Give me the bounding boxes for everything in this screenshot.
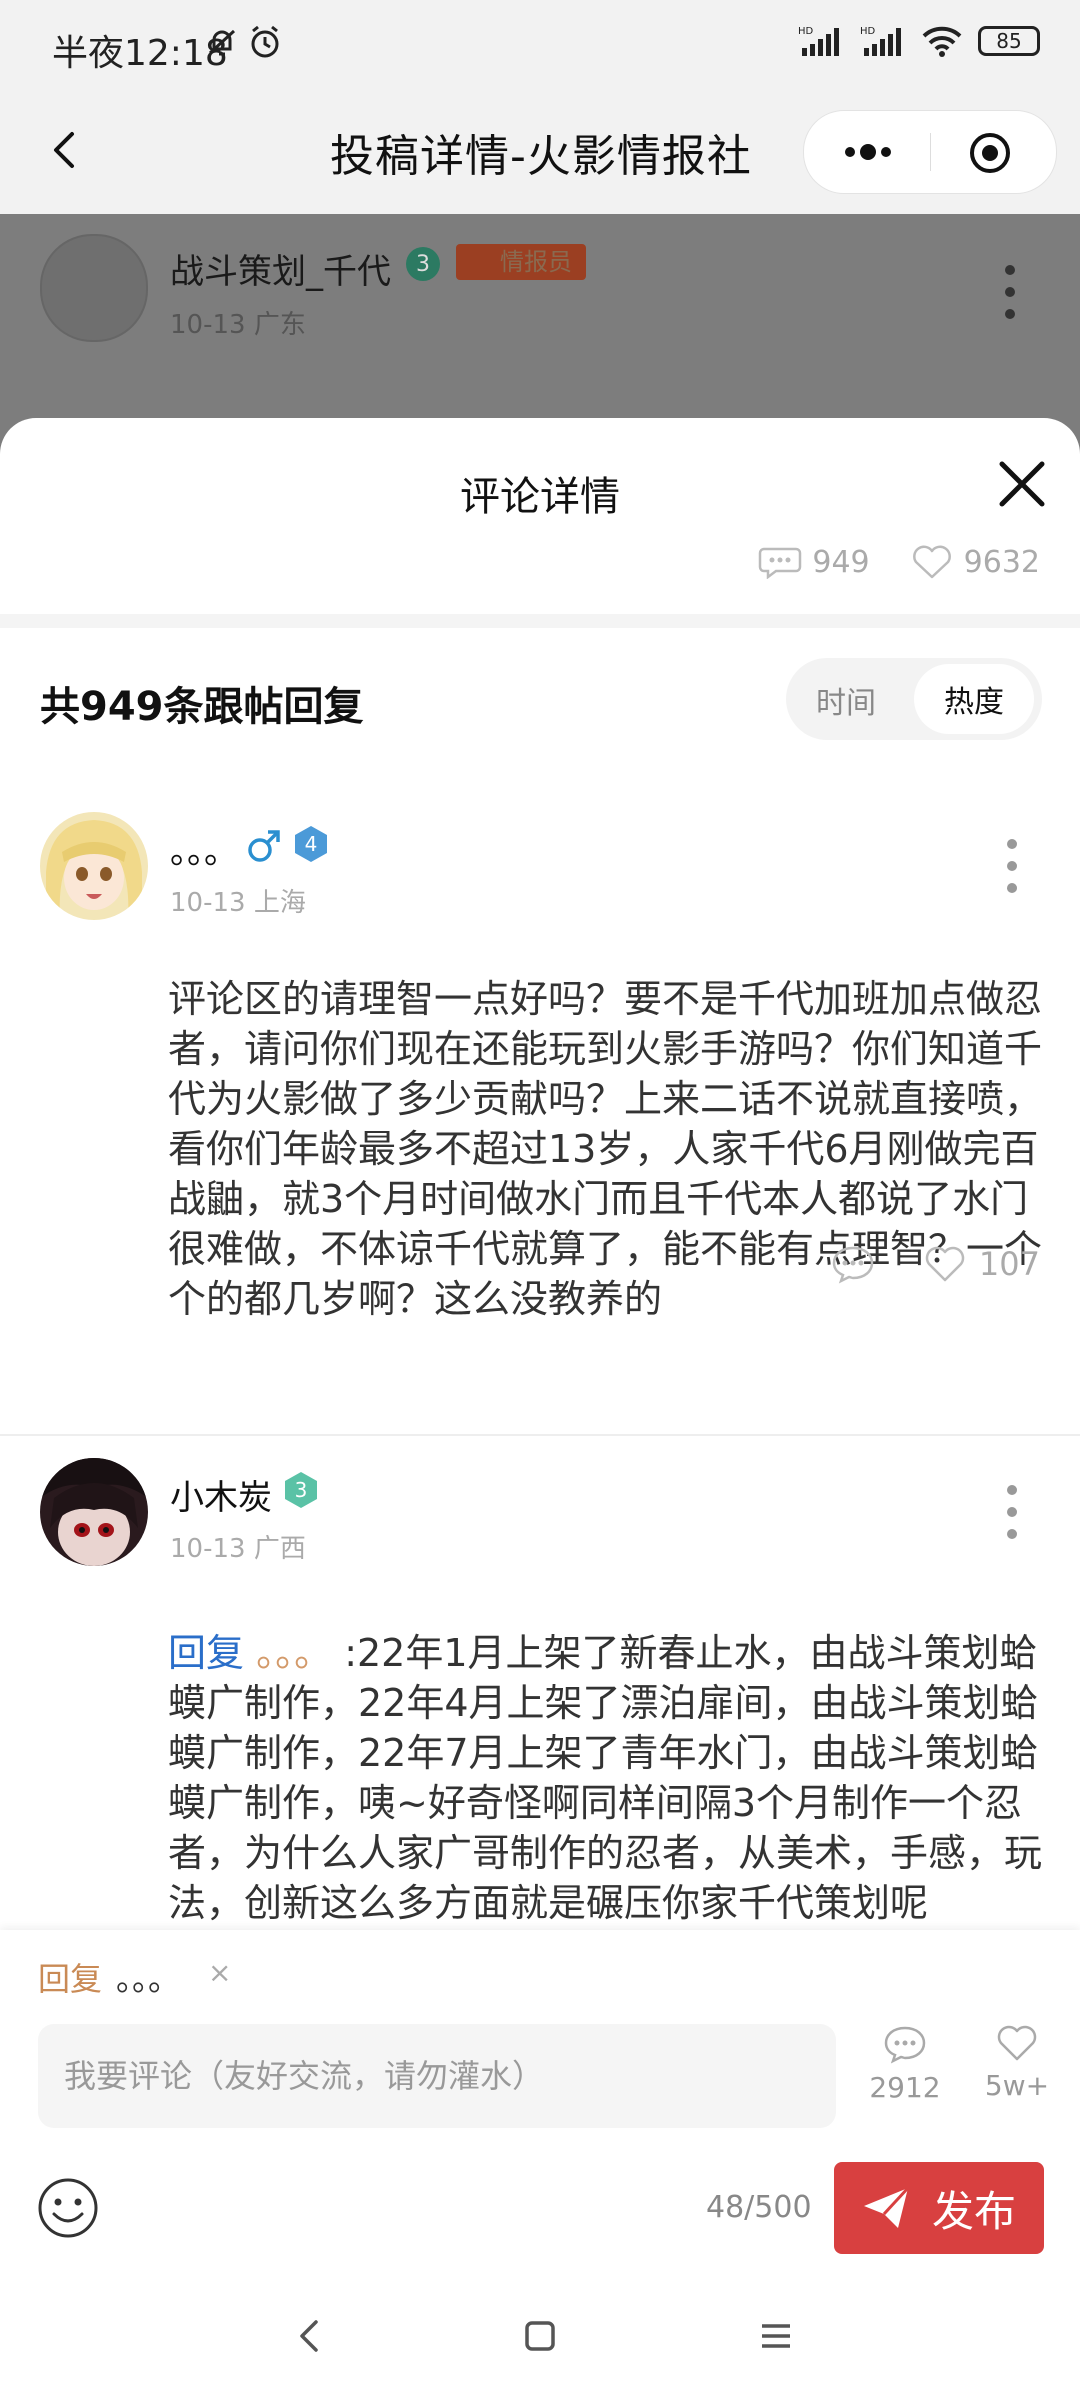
like-count-button[interactable]: 5w+ bbox=[972, 2024, 1062, 2102]
reply-bubble-icon[interactable] bbox=[831, 1244, 875, 1284]
comment-count: 2912 bbox=[869, 2071, 941, 2104]
system-nav-bar bbox=[0, 2290, 1080, 2400]
comment-bubble-icon bbox=[759, 547, 802, 579]
status-bar: 半夜12:18 HD HD 85 bbox=[0, 0, 1080, 92]
comment-count-button[interactable]: 2912 bbox=[860, 2024, 950, 2104]
publish-button[interactable]: 发布 bbox=[834, 2162, 1044, 2254]
comment-bubble-icon bbox=[884, 2026, 926, 2064]
capsule-divider bbox=[930, 133, 931, 171]
back-arrow-icon[interactable] bbox=[36, 120, 96, 180]
comment-actions: 107 bbox=[831, 1244, 1040, 1284]
original-post-header: 战斗策划_千代 3 情报员 10-13 广东 bbox=[0, 214, 1080, 418]
system-home-icon[interactable] bbox=[520, 2316, 560, 2356]
reply-target-name: 。。。 bbox=[116, 1960, 181, 1998]
male-gender-icon bbox=[248, 830, 280, 862]
like-count: 9632 bbox=[963, 544, 1040, 580]
sheet-title: 评论详情 bbox=[460, 474, 620, 520]
heart-icon bbox=[912, 545, 951, 579]
battery-icon: 85 bbox=[978, 26, 1040, 56]
like-count: 107 bbox=[978, 1245, 1040, 1283]
comment-count: 949 bbox=[812, 544, 870, 580]
nav-bar: 投稿详情-火影情报社 bbox=[0, 92, 1080, 214]
author-name[interactable]: 战斗策划_千代 bbox=[170, 244, 391, 293]
status-notification-icons bbox=[205, 24, 283, 60]
commenter-name[interactable]: 小木炭 bbox=[170, 1470, 272, 1519]
reply-body: :22年1月上架了新春止水，由战斗策划蛤蟆广制作，22年4月上架了漂泊扉间，由战… bbox=[168, 1631, 1043, 1925]
alarm-icon bbox=[251, 25, 279, 58]
sort-by-time[interactable]: 时间 bbox=[816, 678, 876, 722]
list-item: 。。。 4 10-13 上海 评论区的请理智一点好吗？要不是千代加班加点做忍者，… bbox=[0, 812, 1080, 1334]
more-dots-icon[interactable] bbox=[840, 131, 896, 173]
post-meta: 10-13 广东 bbox=[170, 310, 306, 340]
anime-avatar-image bbox=[40, 812, 148, 920]
sort-toggle: 时间 热度 bbox=[786, 658, 1042, 740]
role-badge: 情报员 bbox=[456, 244, 586, 280]
like-stat[interactable]: 9632 bbox=[910, 544, 1040, 580]
level-badge: 3 bbox=[406, 247, 440, 281]
svg-text:HD: HD bbox=[860, 26, 876, 37]
clear-reply-button[interactable]: × bbox=[208, 1956, 231, 1989]
heart-icon bbox=[925, 1246, 965, 1282]
replies-heading: 共949条跟帖回复 bbox=[40, 684, 364, 730]
list-item: 小木炭 3 10-13 广西 回复 。。。 :22年1月上架了新春止水，由战斗策… bbox=[0, 1458, 1080, 1958]
comment-text: 回复 。。。 :22年1月上架了新春止水，由战斗策划蛤蟆广制作，22年4月上架了… bbox=[168, 1628, 1048, 1958]
system-menu-icon[interactable] bbox=[756, 2316, 796, 2356]
svg-text:HD: HD bbox=[798, 26, 814, 37]
level-badge-icon: 4 bbox=[295, 826, 327, 862]
signal-icon: HD bbox=[798, 26, 839, 56]
capsule-menu bbox=[803, 110, 1057, 194]
more-vertical-icon[interactable] bbox=[1002, 262, 1018, 322]
char-count: 48/500 bbox=[706, 2190, 812, 2225]
send-plane-icon bbox=[863, 2186, 910, 2228]
reply-target-label: 回复 bbox=[38, 1960, 103, 1998]
like-count: 5w+ bbox=[984, 2069, 1050, 2102]
comment-meta: 10-13 上海 bbox=[170, 888, 306, 918]
system-back-icon[interactable] bbox=[290, 2316, 330, 2356]
reply-target: 回复。。。 bbox=[38, 1954, 180, 2000]
signal-icon: HD bbox=[860, 26, 901, 56]
like-button[interactable]: 107 bbox=[923, 1245, 1040, 1283]
mute-bell-icon bbox=[208, 29, 236, 56]
reply-prefix: 回复 bbox=[168, 1631, 245, 1675]
close-miniprogram-icon[interactable] bbox=[968, 131, 1012, 175]
divider bbox=[0, 1434, 1080, 1436]
anime-avatar-image bbox=[40, 1458, 148, 1566]
sort-by-hot[interactable]: 热度 bbox=[914, 664, 1034, 734]
emoji-icon[interactable] bbox=[36, 2176, 100, 2240]
level-badge-icon: 3 bbox=[285, 1472, 317, 1508]
post-stats: 949 9632 bbox=[758, 544, 1040, 580]
commenter-name[interactable]: 。。。 bbox=[170, 824, 238, 873]
section-divider bbox=[0, 614, 1080, 628]
avatar[interactable] bbox=[40, 1458, 148, 1566]
avatar[interactable] bbox=[40, 234, 148, 342]
more-vertical-icon[interactable] bbox=[1004, 1482, 1020, 1542]
status-system-icons: HD HD 85 bbox=[798, 24, 1040, 58]
comment-input[interactable] bbox=[38, 2024, 836, 2128]
comment-meta: 10-13 广西 bbox=[170, 1534, 306, 1564]
more-vertical-icon[interactable] bbox=[1004, 836, 1020, 896]
heart-icon bbox=[997, 2025, 1037, 2061]
status-time: 半夜12:18 bbox=[52, 33, 228, 74]
close-icon[interactable] bbox=[996, 458, 1048, 510]
avatar[interactable] bbox=[40, 812, 148, 920]
svg-text:4: 4 bbox=[305, 832, 318, 856]
page-title: 投稿详情-火影情报社 bbox=[330, 131, 752, 182]
publish-label: 发布 bbox=[931, 2186, 1016, 2236]
reply-to-name[interactable]: 。。。 bbox=[256, 1631, 332, 1675]
svg-text:3: 3 bbox=[295, 1478, 308, 1502]
wifi-icon bbox=[922, 26, 962, 57]
comment-stat[interactable]: 949 bbox=[758, 544, 870, 580]
